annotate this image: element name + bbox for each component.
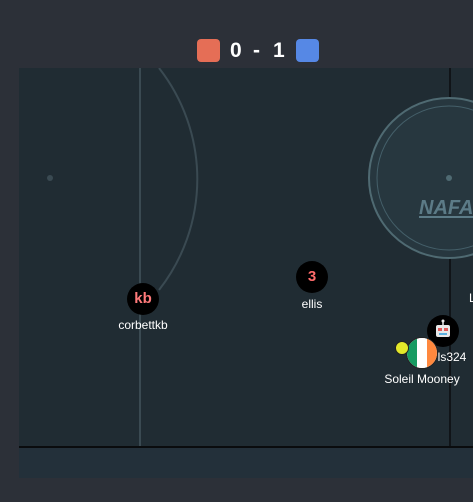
score-separator: - [253, 39, 260, 62]
field-bottom-area [19, 446, 473, 478]
player-avatar [406, 337, 438, 369]
player-avatar-text: kb [134, 290, 152, 307]
player-avatar: 3 [296, 261, 328, 293]
game-field: NAFA L [19, 68, 473, 478]
flag-stripe [417, 338, 427, 368]
blue-score: 1 [273, 39, 285, 62]
player-name: corbettkb [118, 318, 168, 332]
blue-team-swatch [296, 39, 319, 62]
flag-stripe [427, 338, 437, 368]
scoreboard: 0 - 1 [0, 36, 473, 66]
ball [395, 341, 409, 355]
offscreen-player-label: L [469, 291, 473, 305]
red-team-swatch [197, 39, 220, 62]
kickoff-arc [158, 68, 199, 291]
player-name: ellis [301, 297, 323, 311]
center-circle [368, 97, 473, 259]
field-logo: NAFA [419, 197, 473, 219]
player-name: Soleil Mooney [384, 372, 460, 386]
red-score: 0 [230, 39, 242, 62]
ireland-flag-icon [407, 338, 417, 368]
field-spot [47, 175, 53, 181]
center-spot [446, 175, 452, 181]
player-name: ls324 [437, 350, 467, 364]
player-avatar-text: 3 [307, 268, 317, 285]
player-avatar: kb [127, 283, 159, 315]
field-markings: NAFA L [19, 68, 473, 478]
